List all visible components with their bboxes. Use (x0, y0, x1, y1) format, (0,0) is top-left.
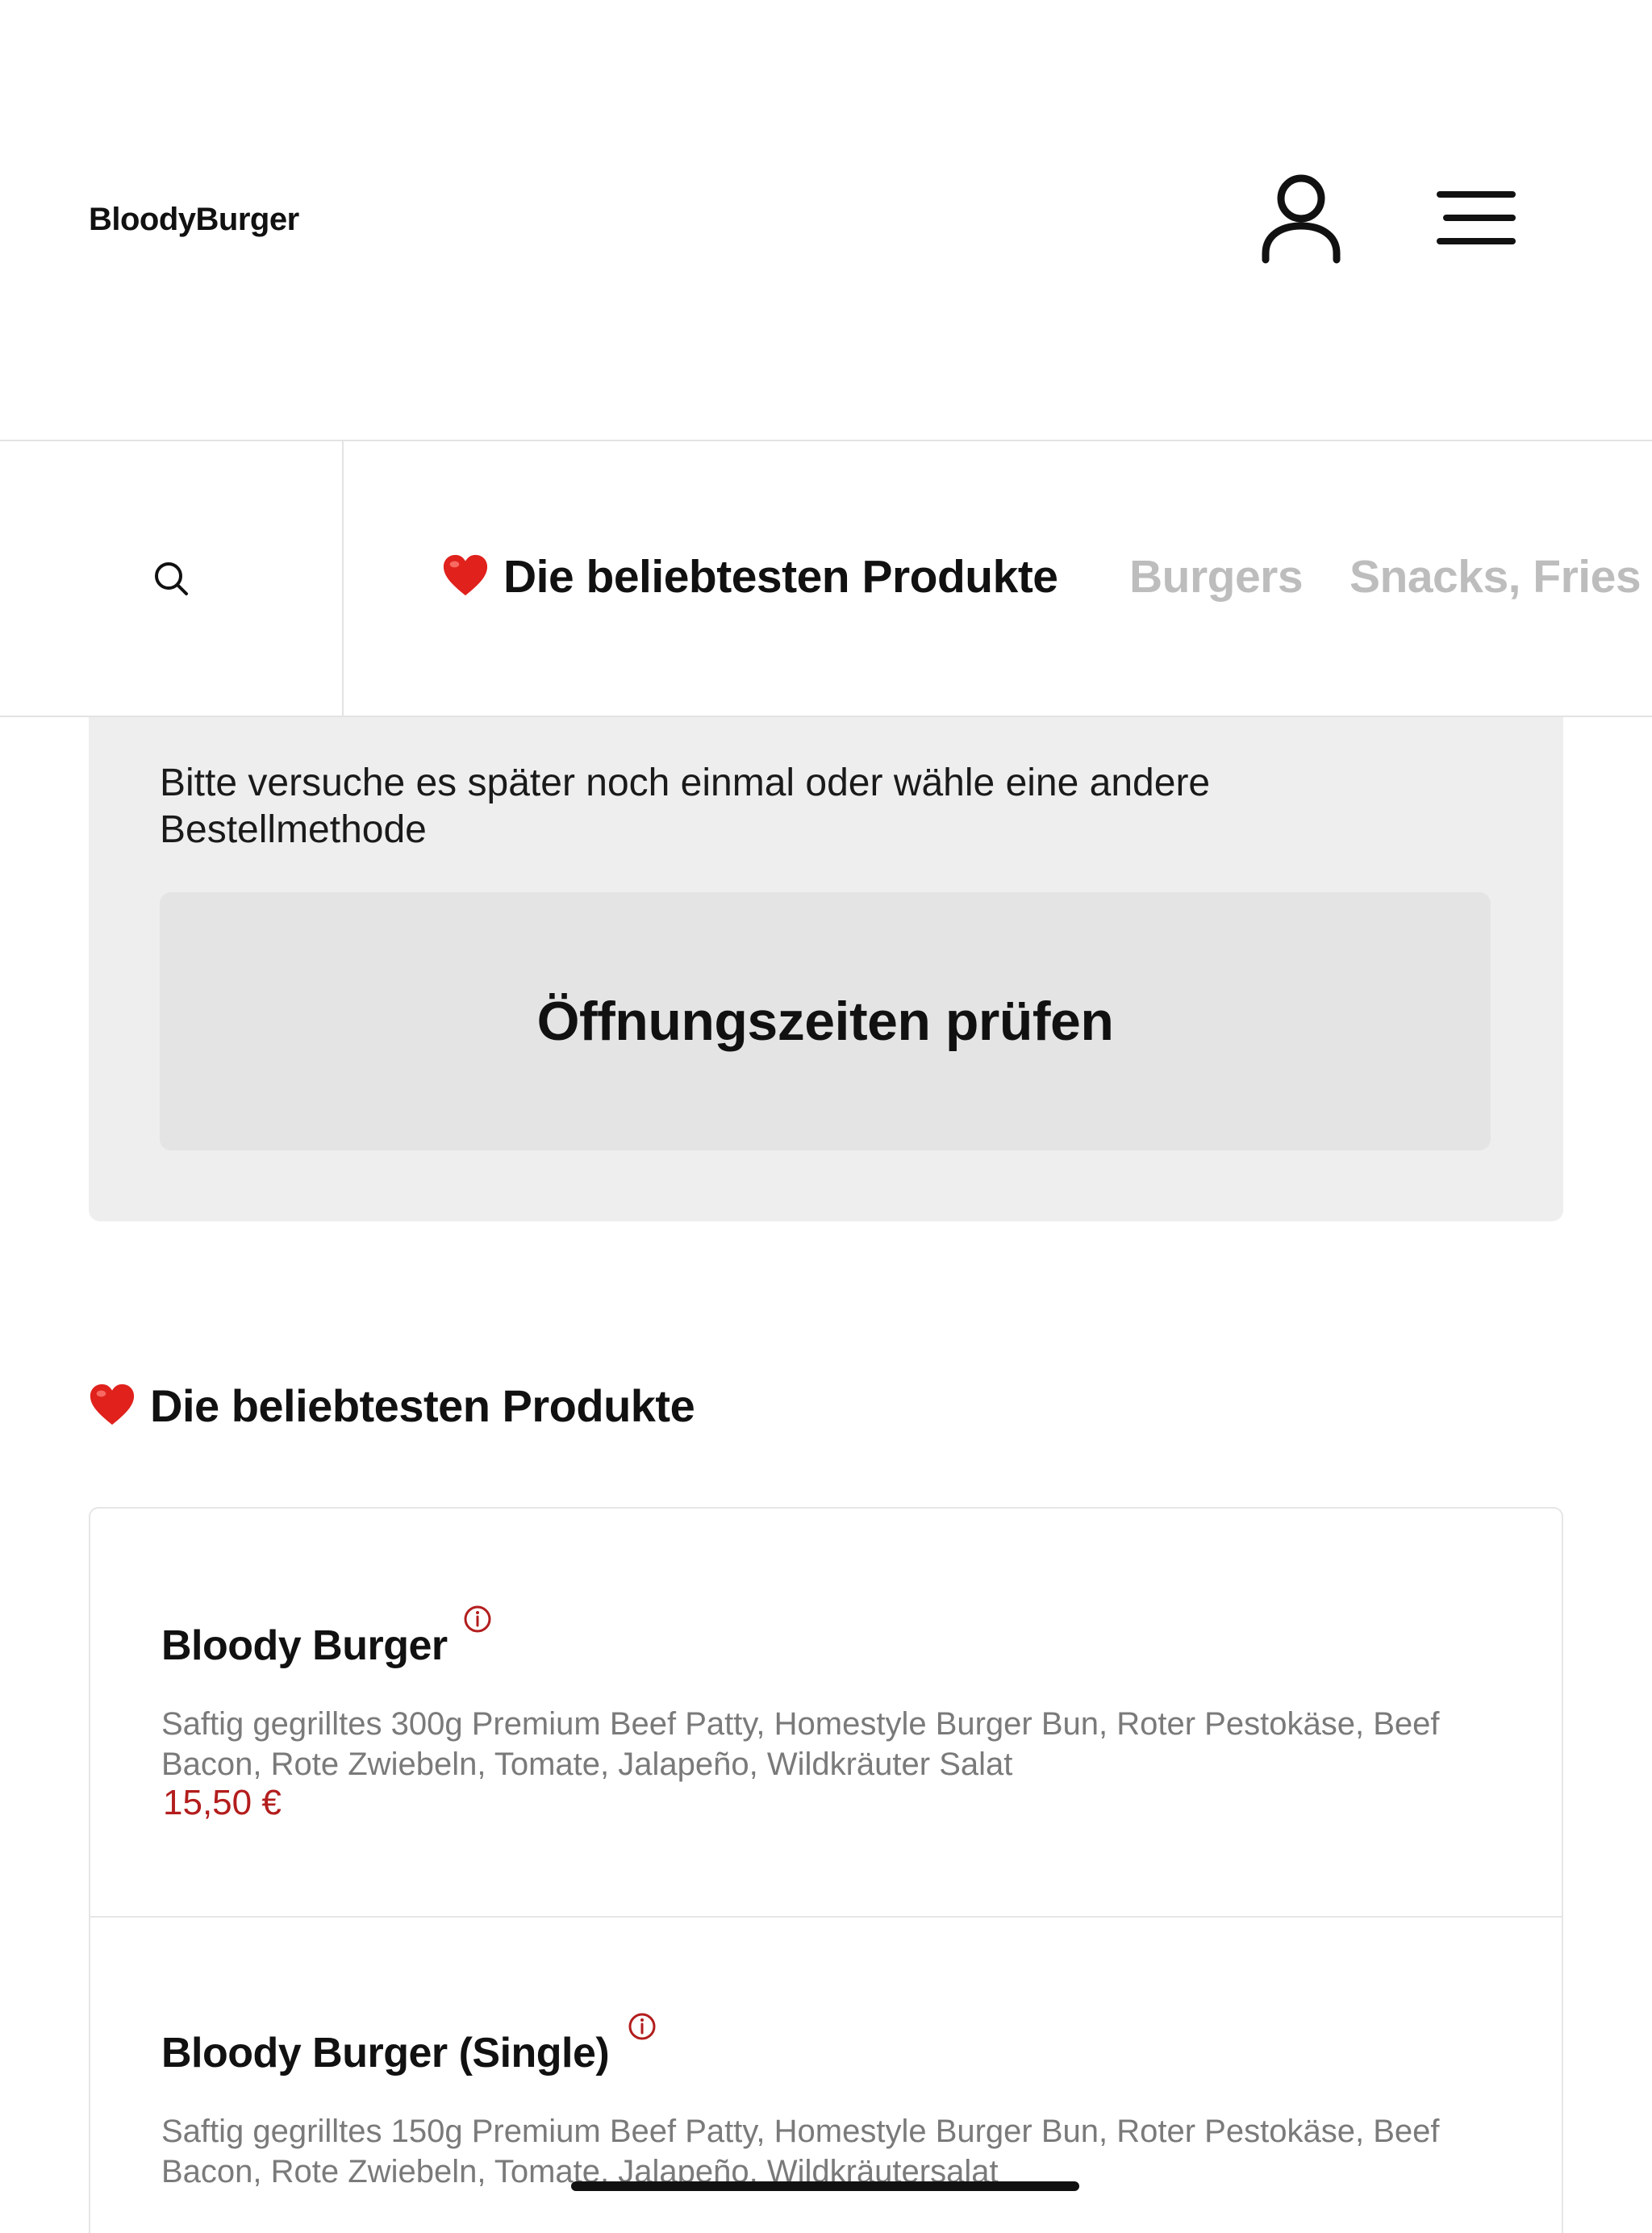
section-title-text: Die beliebtesten Produkte (150, 1380, 695, 1431)
search-button[interactable] (0, 441, 344, 716)
product-name: Bloody Burger (Single) (161, 2030, 610, 2076)
product-card[interactable]: Bloody Burger Saftig gegrilltes 300g Pre… (90, 1509, 1562, 1916)
user-icon (1262, 174, 1341, 264)
info-icon[interactable] (627, 2011, 657, 2042)
info-icon[interactable] (462, 1604, 493, 1634)
product-name: Bloody Burger (161, 1622, 448, 1669)
tab-label: Die beliebtesten Produkte (503, 551, 1058, 603)
heart-icon (90, 1384, 135, 1425)
tab-beliebteste-produkte[interactable]: Die beliebtesten Produkte (442, 550, 1058, 603)
menu-button[interactable] (1424, 165, 1529, 270)
product-description: Saftig gegrilltes 150g Premium Beef Patt… (161, 2114, 1440, 2189)
category-bar: Die beliebtesten Produkte Burgers Snacks… (0, 440, 1652, 717)
tab-snacks-fries[interactable]: Snacks, Fries (1350, 550, 1642, 603)
account-button[interactable] (1249, 165, 1354, 270)
tab-burgers[interactable]: Burgers (1129, 550, 1304, 603)
heart-icon (443, 554, 488, 596)
product-description: Saftig gegrilltes 300g Premium Beef Patt… (161, 1706, 1440, 1782)
product-list: Bloody Burger Saftig gegrilltes 300g Pre… (89, 1507, 1563, 2233)
button-label: Öffnungszeiten prüfen (536, 991, 1114, 1052)
search-icon (155, 562, 188, 595)
notice-message: Bitte versuche es später noch einmal ode… (160, 762, 1211, 851)
home-indicator[interactable] (571, 2181, 1079, 2191)
top-header: BloodyBurger (0, 0, 1652, 440)
section-title: Die beliebtesten Produkte (89, 1379, 695, 1432)
product-price: 15,50 € (163, 1783, 282, 1822)
brand-logo[interactable]: BloodyBurger (89, 202, 299, 238)
ordering-unavailable-notice: Bitte versuche es später noch einmal ode… (89, 694, 1563, 1221)
hamburger-menu-icon (1437, 191, 1516, 244)
category-tabs: Die beliebtesten Produkte Burgers Snacks… (342, 441, 1652, 716)
check-opening-hours-button[interactable]: Öffnungszeiten prüfen (160, 892, 1491, 1150)
